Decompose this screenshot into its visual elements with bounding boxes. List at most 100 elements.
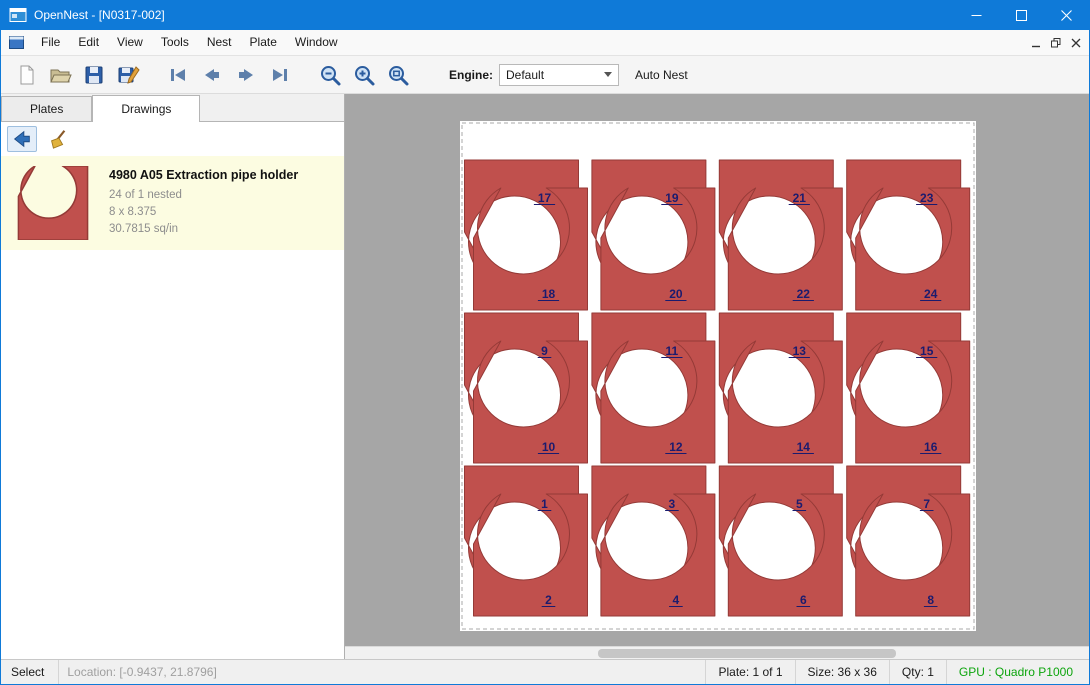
app-window: OpenNest - [N0317-002] File Edit View To…	[0, 0, 1090, 685]
part-number: 1	[541, 497, 548, 511]
drawing-meta: 4980 A05 Extraction pipe holder 24 of 1 …	[109, 168, 298, 237]
menu-item-view[interactable]: View	[108, 30, 152, 55]
left-arrow-icon	[11, 128, 33, 150]
mdi-window-controls	[1031, 38, 1089, 48]
broom-icon	[47, 128, 69, 150]
next-arrow-icon	[234, 63, 258, 87]
window-title: OpenNest - [N0317-002]	[34, 8, 165, 22]
part-number: 20	[669, 287, 683, 301]
auto-nest-button[interactable]: Auto Nest	[635, 68, 688, 82]
mdi-minimize-button[interactable]	[1031, 38, 1041, 48]
part-number: 22	[797, 287, 811, 301]
main-toolbar: Engine: Default Auto Nest	[1, 56, 1089, 94]
app-icon	[9, 7, 27, 23]
part-number: 8	[927, 593, 934, 607]
last-plate-button[interactable]	[263, 60, 297, 90]
toolbar-separator	[145, 60, 161, 90]
status-size: Size: 36 x 36	[795, 660, 889, 684]
tab-plates[interactable]: Plates	[1, 96, 92, 121]
mdi-close-button[interactable]	[1071, 38, 1081, 48]
new-document-icon	[14, 63, 38, 87]
sidebar: Plates Drawings	[1, 94, 345, 659]
next-plate-button[interactable]	[229, 60, 263, 90]
save-as-icon	[116, 63, 140, 87]
drawing-title: 4980 A05 Extraction pipe holder	[109, 168, 298, 182]
drawing-list-item[interactable]: 4980 A05 Extraction pipe holder 24 of 1 …	[1, 156, 344, 250]
part-number: 23	[920, 191, 934, 205]
zoom-fit-button[interactable]	[381, 60, 415, 90]
close-button[interactable]	[1044, 0, 1089, 30]
last-arrow-icon	[268, 63, 292, 87]
part-number: 12	[669, 440, 683, 454]
part-number: 15	[920, 344, 934, 358]
save-icon	[82, 63, 106, 87]
status-location: Location: [-0.9437, 21.8796]	[59, 660, 705, 684]
chevron-down-icon	[604, 72, 612, 77]
nest-canvas-area[interactable]: 171819202122232491011121314151612345678	[345, 94, 1089, 659]
document-icon	[9, 36, 24, 49]
part-number: 17	[538, 191, 552, 205]
zoom-out-button[interactable]	[313, 60, 347, 90]
engine-value: Default	[506, 68, 544, 82]
status-mode: Select	[1, 660, 59, 684]
open-button[interactable]	[43, 60, 77, 90]
menu-item-file[interactable]: File	[32, 30, 69, 55]
window-controls	[954, 0, 1089, 30]
part-number: 21	[793, 191, 807, 205]
minimize-icon	[971, 10, 982, 21]
part-number: 14	[797, 440, 811, 454]
part-number: 9	[541, 344, 548, 358]
part-number: 2	[545, 593, 552, 607]
previous-plate-button[interactable]	[195, 60, 229, 90]
back-button[interactable]	[7, 126, 37, 152]
open-folder-icon	[48, 63, 72, 87]
part-number: 6	[800, 593, 807, 607]
clear-drawings-button[interactable]	[43, 126, 73, 152]
titlebar[interactable]: OpenNest - [N0317-002]	[1, 0, 1089, 30]
drawing-nested-count: 24 of 1 nested	[109, 187, 298, 204]
drawing-size: 8 x 8.375	[109, 204, 298, 221]
mdi-restore-button[interactable]	[1051, 38, 1061, 48]
mdi-close-icon	[1071, 38, 1081, 48]
maximize-button[interactable]	[999, 0, 1044, 30]
part-number: 4	[673, 593, 680, 607]
horizontal-scrollbar[interactable]	[345, 646, 1089, 659]
menu-item-plate[interactable]: Plate	[241, 30, 286, 55]
save-button[interactable]	[77, 60, 111, 90]
save-as-button[interactable]	[111, 60, 145, 90]
status-plate: Plate: 1 of 1	[705, 660, 794, 684]
part-number: 18	[542, 287, 556, 301]
first-plate-button[interactable]	[161, 60, 195, 90]
first-arrow-icon	[166, 63, 190, 87]
toolbar-separator	[297, 60, 313, 90]
nest-canvas[interactable]: 171819202122232491011121314151612345678	[345, 94, 1089, 646]
part-number: 3	[669, 497, 676, 511]
mdi-restore-icon	[1051, 38, 1061, 48]
engine-select[interactable]: Default	[499, 64, 619, 86]
part-number: 24	[924, 287, 938, 301]
maximize-icon	[1016, 10, 1027, 21]
new-button[interactable]	[9, 60, 43, 90]
zoom-fit-icon	[386, 63, 410, 87]
menu-item-window[interactable]: Window	[286, 30, 347, 55]
menu-item-tools[interactable]: Tools	[152, 30, 198, 55]
statusbar: Select Location: [-0.9437, 21.8796] Plat…	[1, 659, 1089, 684]
status-gpu: GPU : Quadro P1000	[946, 660, 1089, 684]
part-number: 19	[665, 191, 679, 205]
mdi-minimize-icon	[1031, 38, 1041, 48]
scrollbar-thumb[interactable]	[598, 649, 896, 658]
close-icon	[1061, 10, 1072, 21]
engine-label: Engine:	[449, 68, 493, 82]
status-qty: Qty: 1	[889, 660, 946, 684]
part-thumbnail	[11, 166, 95, 240]
part-number: 10	[542, 440, 556, 454]
zoom-in-button[interactable]	[347, 60, 381, 90]
menu-item-edit[interactable]: Edit	[69, 30, 108, 55]
minimize-button[interactable]	[954, 0, 999, 30]
part-number: 11	[666, 344, 679, 358]
drawing-area: 30.7815 sq/in	[109, 221, 298, 238]
part-number: 13	[793, 344, 807, 358]
menu-item-nest[interactable]: Nest	[198, 30, 241, 55]
menubar: File Edit View Tools Nest Plate Window	[1, 30, 1089, 56]
tab-drawings[interactable]: Drawings	[92, 95, 200, 122]
